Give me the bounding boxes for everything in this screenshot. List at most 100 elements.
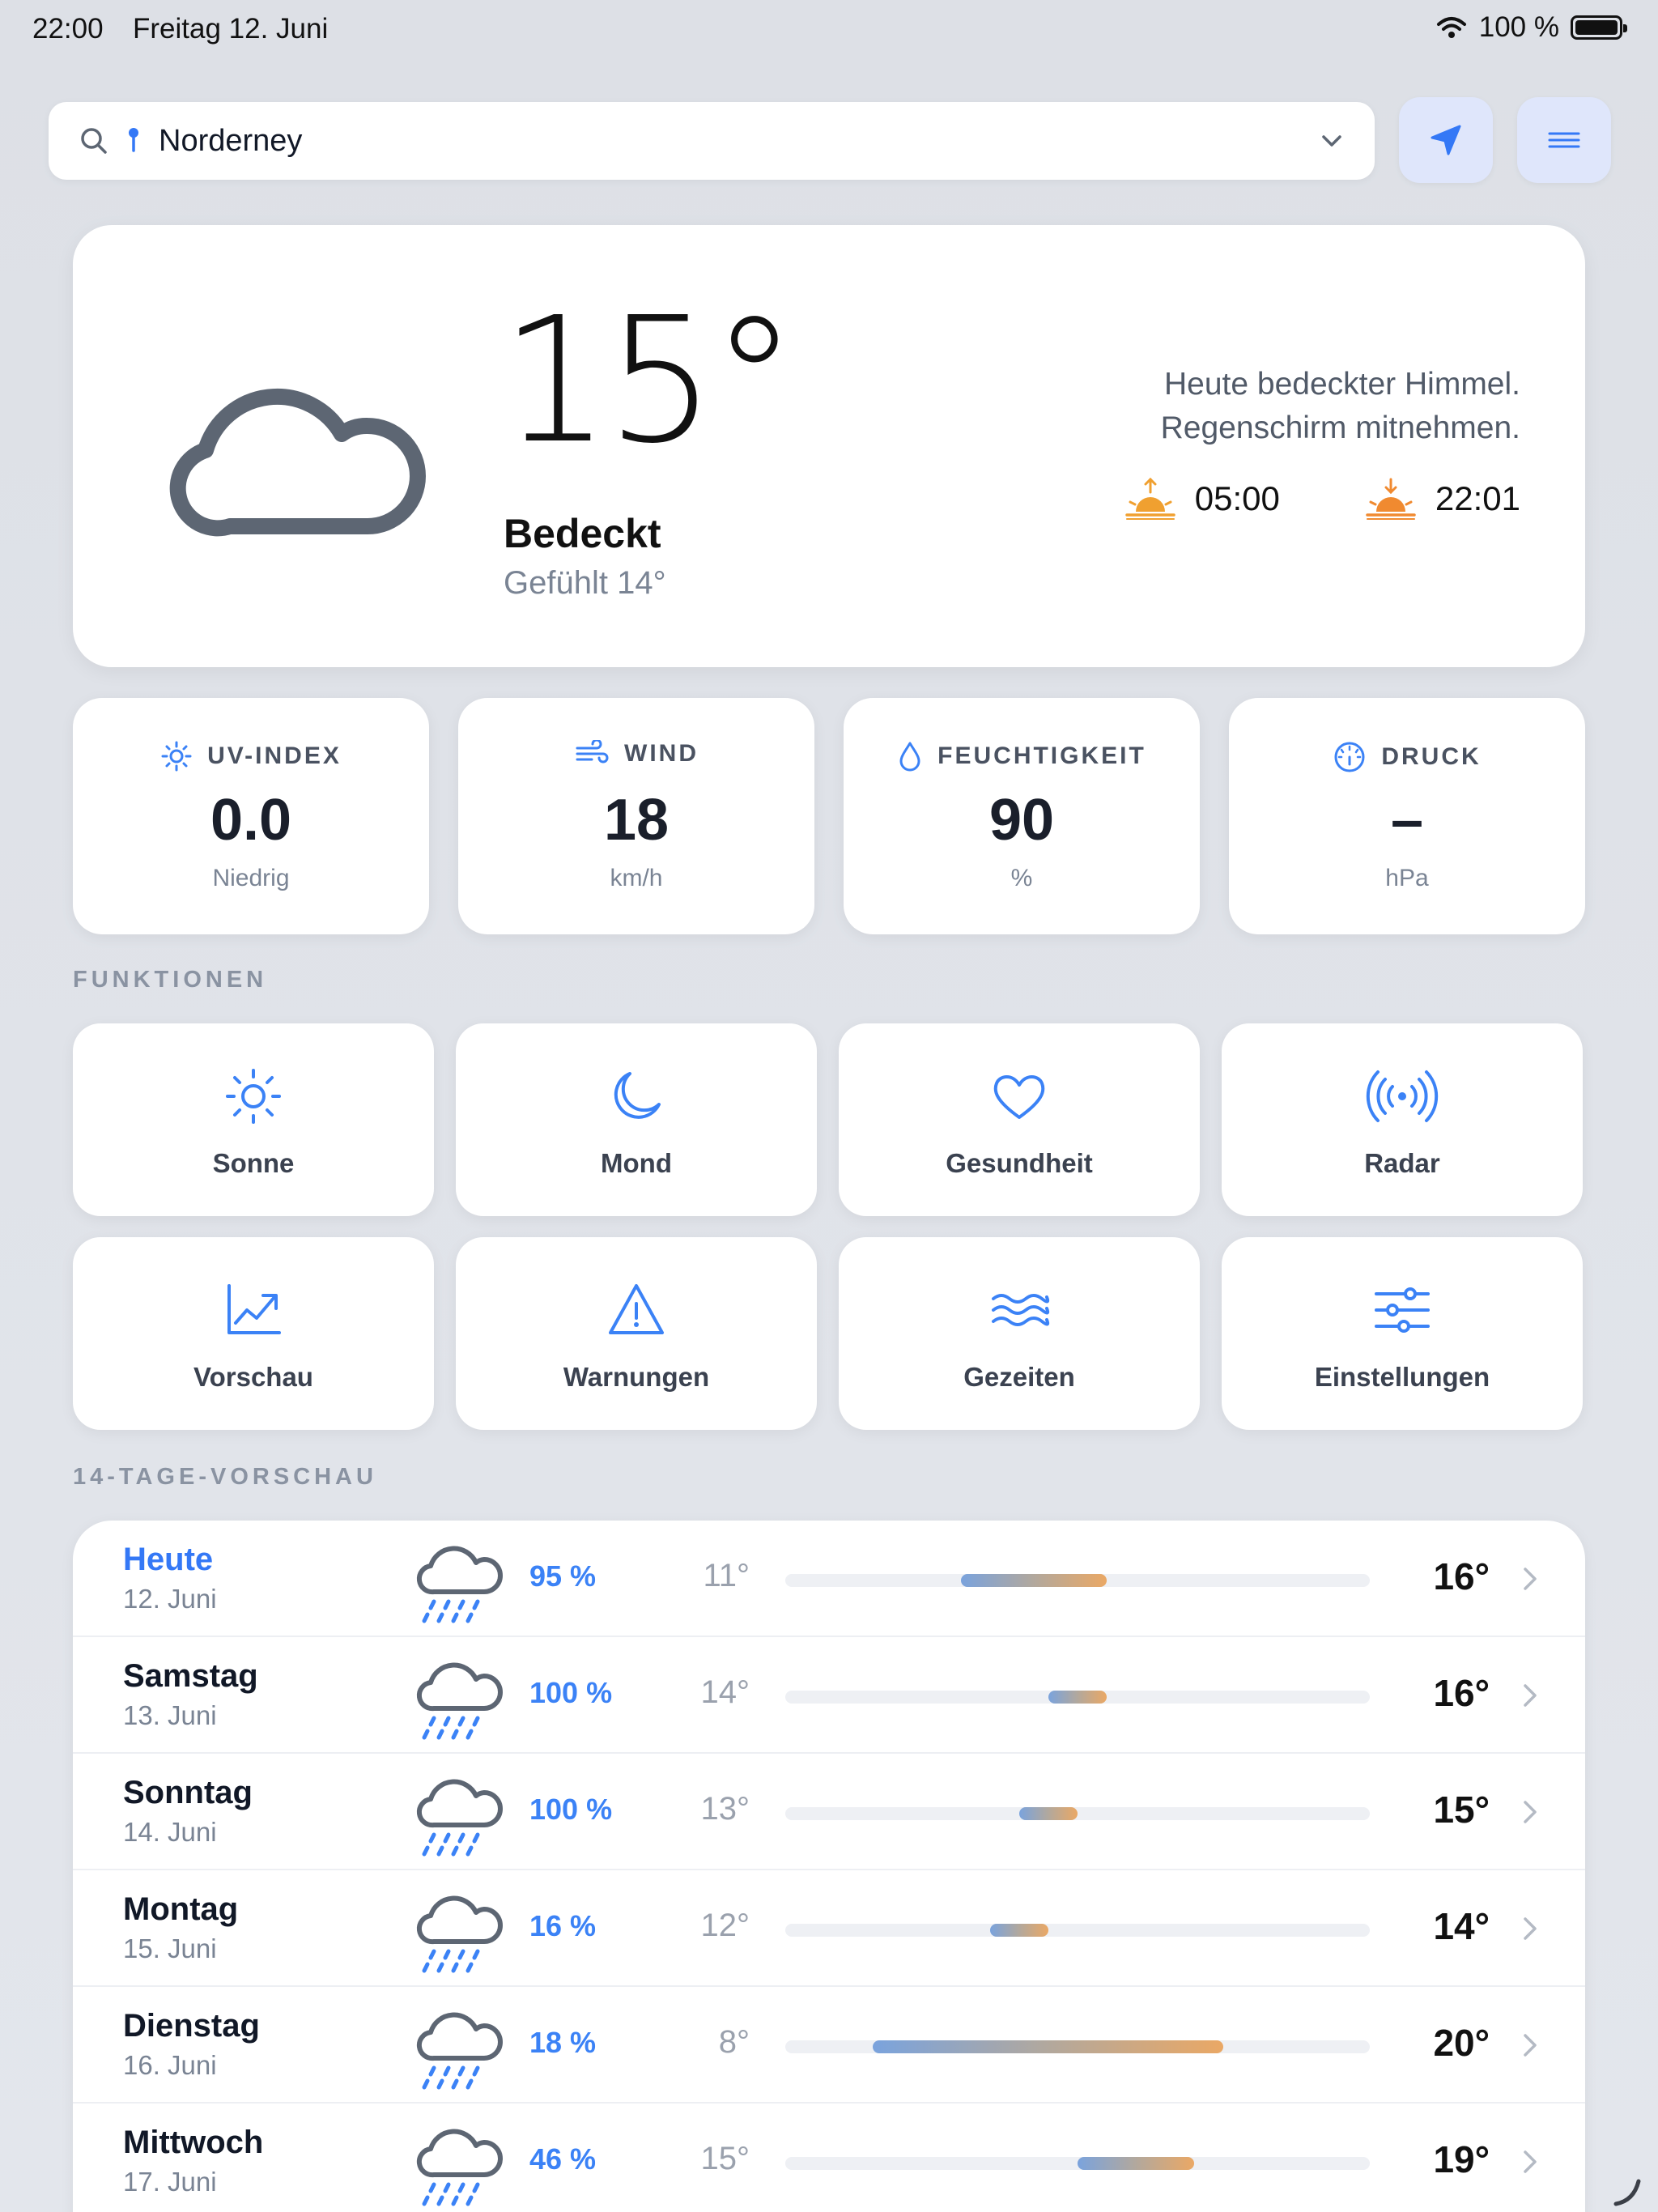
function-tile-warnungen[interactable]: Warnungen — [456, 1237, 817, 1430]
forecast-day: Montag — [123, 1891, 239, 1927]
menu-icon — [1548, 132, 1580, 148]
function-label: Warnungen — [563, 1362, 710, 1392]
sun-icon — [161, 741, 192, 772]
search-icon — [81, 128, 107, 154]
cloud-icon — [169, 388, 426, 537]
rain-cloud-icon — [416, 1662, 503, 1740]
function-tile-einstellungen[interactable]: Einstellungen — [1222, 1237, 1583, 1430]
forecast-date: 12. Juni — [123, 1584, 217, 1614]
current-temperature: 15° — [500, 280, 797, 482]
function-tile-mond[interactable]: Mond — [456, 1023, 817, 1216]
high-temperature: 15° — [1433, 1789, 1490, 1831]
scroll-indicator[interactable] — [1611, 2176, 1643, 2209]
function-tile-gesundheit[interactable]: Gesundheit — [839, 1023, 1200, 1216]
status-time: 22:00 — [32, 13, 104, 45]
rain-cloud-icon — [416, 2129, 503, 2206]
temperature-range-track — [785, 2040, 1370, 2053]
metric-label: FEUCHTIGKEIT — [937, 742, 1146, 769]
current-weather-card: 15° Bedeckt Gefühlt 14° Heute bedeckter … — [73, 225, 1585, 667]
precipitation-chance: 100 % — [529, 1793, 613, 1826]
description-line: Heute bedeckter Himmel. — [1163, 367, 1520, 402]
metric-value: 18 — [603, 788, 670, 853]
temperature-range-track — [785, 1807, 1370, 1820]
rain-cloud-icon — [416, 2012, 503, 2090]
metric-value: 0.0 — [210, 788, 292, 853]
chevron-right-icon — [1524, 2034, 1537, 2057]
moon-icon — [614, 1072, 661, 1119]
precipitation-chance: 16 % — [529, 1909, 597, 1942]
sliders-icon — [1375, 1287, 1430, 1333]
sunrise-icon — [1125, 478, 1175, 520]
menu-button[interactable] — [1517, 97, 1611, 183]
forecast-list: Heute 12. Juni 95 % 11° 16° Samstag 13. … — [73, 1521, 1585, 2212]
chevron-right-icon — [1524, 1801, 1537, 1823]
function-tile-sonne[interactable]: Sonne — [73, 1023, 434, 1216]
gauge-icon — [1334, 742, 1365, 772]
heart-icon — [993, 1075, 1045, 1119]
battery-icon — [1571, 15, 1627, 40]
function-tile-vorschau[interactable]: Vorschau — [73, 1237, 434, 1430]
low-temperature: 15° — [700, 2141, 750, 2176]
rain-cloud-icon — [416, 1546, 503, 1623]
forecast-row[interactable]: Sonntag 14. Juni 100 % 13° 15° — [73, 1754, 1585, 1870]
sun-times: 05:00 22:01 — [1124, 478, 1520, 520]
precipitation-chance: 95 % — [529, 1559, 597, 1593]
function-tile-radar[interactable]: Radar — [1222, 1023, 1583, 1216]
forecast-row[interactable]: Montag 15. Juni 16 % 12° 14° — [73, 1870, 1585, 1987]
navigation-arrow-icon — [1431, 125, 1461, 155]
chevron-down-icon[interactable] — [1318, 127, 1346, 155]
high-temperature: 20° — [1433, 2022, 1490, 2064]
temperature-range-bar — [989, 1924, 1048, 1937]
forecast-day: Sonntag — [123, 1775, 253, 1810]
current-location-button[interactable] — [1399, 97, 1493, 183]
status-right: 100 % — [1435, 11, 1627, 44]
metric-unit: km/h — [610, 865, 663, 891]
chevron-right-icon — [1524, 2150, 1537, 2173]
status-bar: 22:00 Freitag 12. Juni 100 % — [0, 0, 1658, 58]
waves-icon — [992, 1294, 1050, 1326]
temperature-range-bar — [1048, 1691, 1107, 1704]
sun-icon — [226, 1069, 281, 1124]
metric-label: UV-INDEX — [207, 742, 342, 769]
high-temperature: 19° — [1433, 2138, 1490, 2180]
forecast-row[interactable]: Samstag 13. Juni 100 % 14° 16° — [73, 1637, 1585, 1754]
sunset-icon — [1366, 478, 1416, 520]
location-name: Norderney — [159, 123, 303, 158]
temperature-range-track — [785, 1924, 1370, 1937]
pressure-card[interactable]: DRUCK – hPa — [1229, 698, 1585, 934]
precipitation-chance: 18 % — [529, 2026, 597, 2059]
function-label: Sonne — [212, 1148, 295, 1178]
forecast-section-label: 14-TAGE-VORSCHAU — [73, 1464, 377, 1490]
location-pin-icon — [129, 128, 138, 152]
battery-percentage: 100 % — [1478, 11, 1559, 43]
humidity-card[interactable]: FEUCHTIGKEIT 90 % — [844, 698, 1200, 934]
metric-label: DRUCK — [1381, 743, 1482, 770]
wind-card[interactable]: WIND 18 km/h — [458, 698, 814, 934]
temperature-range-bar — [960, 1574, 1107, 1587]
metric-value: 90 — [988, 788, 1055, 853]
forecast-day: Mittwoch — [123, 2125, 264, 2160]
function-label: Vorschau — [193, 1362, 313, 1392]
uv-index-card[interactable]: UV-INDEX 0.0 Niedrig — [73, 698, 429, 934]
forecast-row[interactable]: Dienstag 16. Juni 18 % 8° 20° — [73, 1987, 1585, 2104]
sunrise-time: 05:00 — [1194, 479, 1280, 517]
forecast-date: 13. Juni — [123, 1700, 217, 1730]
forecast-row[interactable]: Mittwoch 17. Juni 46 % 15° 19° — [73, 2104, 1585, 2212]
radar-icon — [1366, 1070, 1439, 1122]
high-temperature: 16° — [1433, 1555, 1490, 1597]
function-label: Gezeiten — [963, 1362, 1075, 1392]
forecast-date: 17. Juni — [123, 2167, 217, 2197]
sunset-time: 22:01 — [1435, 479, 1520, 517]
temperature-range-bar — [1018, 1807, 1078, 1820]
forecast-row[interactable]: Heute 12. Juni 95 % 11° 16° — [73, 1521, 1585, 1637]
forecast-date: 15. Juni — [123, 1933, 217, 1963]
metric-unit: % — [1010, 865, 1033, 891]
forecast-date: 16. Juni — [123, 2050, 217, 2080]
low-temperature: 8° — [718, 2024, 750, 2060]
forecast-day: Dienstag — [123, 2008, 260, 2044]
precipitation-chance: 100 % — [529, 1676, 613, 1709]
location-search-bar[interactable]: Norderney — [49, 102, 1375, 180]
function-label: Einstellungen — [1314, 1362, 1490, 1392]
function-tile-gezeiten[interactable]: Gezeiten — [839, 1237, 1200, 1430]
weather-app: 22:00 Freitag 12. Juni 100 % Norderney 1… — [0, 0, 1658, 2212]
